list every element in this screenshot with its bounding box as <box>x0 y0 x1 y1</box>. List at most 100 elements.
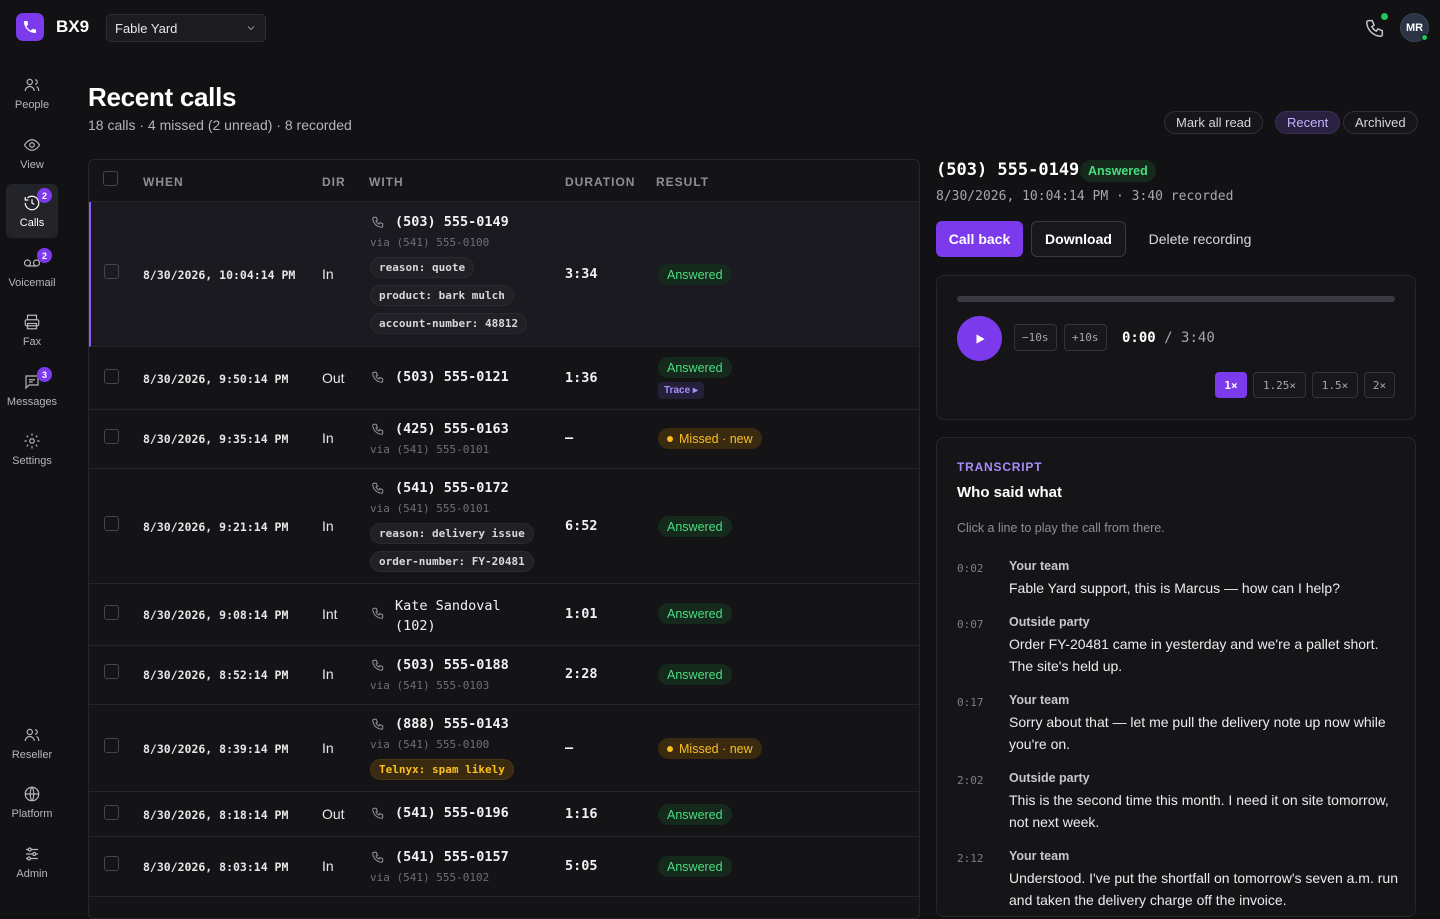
speed-1-5x[interactable]: 1.5× <box>1312 372 1358 398</box>
sidebar-item-settings[interactable]: Settings <box>6 422 58 476</box>
call-direction: Out <box>322 370 345 386</box>
sidebar-item-label: Messages <box>6 395 58 408</box>
row-checkbox[interactable] <box>104 664 119 679</box>
row-checkbox[interactable] <box>104 738 119 753</box>
caller-name: Kate Sandoval <box>395 598 501 614</box>
row-checkbox[interactable] <box>104 369 119 384</box>
sidebar-item-voicemail[interactable]: Voicemail 2 <box>6 244 58 298</box>
table-row[interactable]: 8/30/2026, 9:35:14 PM In (425) 555-0163 … <box>89 410 919 469</box>
tab-archived[interactable]: Archived <box>1343 111 1418 134</box>
tenant-select[interactable]: Fable Yard <box>106 14 266 42</box>
line-text: Order FY-20481 came in yesterday and we'… <box>1009 636 1379 674</box>
caller-number[interactable]: (503) 555-0149 <box>371 214 509 230</box>
caller-number-text: (503) 555-0188 <box>395 657 509 673</box>
sidebar-item-label: Settings <box>12 454 52 467</box>
sidebar-item-reseller[interactable]: Reseller <box>6 716 58 770</box>
play-button[interactable] <box>957 316 1002 361</box>
col-duration[interactable]: DURATION <box>565 175 635 189</box>
caller-extension[interactable]: Kate Sandoval (102) <box>371 596 501 636</box>
call-back-button[interactable]: Call back <box>936 221 1023 257</box>
call-duration: 1:16 <box>565 806 598 822</box>
sidebar-item-label: Admin <box>16 867 48 880</box>
col-dir[interactable]: DIR <box>322 175 346 189</box>
caller-number-text: (541) 555-0196 <box>395 805 509 821</box>
call-duration: 5:05 <box>565 858 598 874</box>
table-row[interactable]: 8/30/2026, 8:03:14 PM In (541) 555-0157 … <box>89 837 919 897</box>
line-timestamp: 0:02 <box>957 562 984 575</box>
call-direction: In <box>322 518 334 534</box>
row-checkbox[interactable] <box>104 429 119 444</box>
line-timestamp: 2:02 <box>957 774 984 787</box>
download-button[interactable]: Download <box>1031 221 1126 257</box>
logo[interactable] <box>16 13 44 41</box>
row-checkbox[interactable] <box>104 856 119 871</box>
table-row[interactable]: 8/30/2026, 8:39:14 PM In (888) 555-0143 … <box>89 705 919 792</box>
row-checkbox[interactable] <box>104 605 119 620</box>
call-tag: order-number: FY-20481 <box>370 551 534 572</box>
table-row[interactable]: 8/30/2026, 8:18:14 PM Out (541) 555-0196… <box>89 792 919 837</box>
via-number: via (541) 555-0101 <box>370 502 490 515</box>
caller-number[interactable]: (541) 555-0172 <box>371 480 509 496</box>
sidebar-item-admin[interactable]: Admin <box>6 835 58 889</box>
softphone-icon[interactable] <box>1364 17 1386 39</box>
select-all-checkbox[interactable] <box>103 171 118 186</box>
caller-number[interactable]: (425) 555-0163 <box>371 421 509 437</box>
detail-status-badge: Answered <box>1080 160 1156 182</box>
via-number: via (541) 555-0102 <box>370 871 490 884</box>
row-checkbox[interactable] <box>104 264 119 279</box>
speed-1-25x[interactable]: 1.25× <box>1253 372 1306 398</box>
row-checkbox[interactable] <box>104 805 119 820</box>
caller-number[interactable]: (541) 555-0157 <box>371 849 509 865</box>
mark-all-read-button[interactable]: Mark all read <box>1164 111 1264 134</box>
gear-icon <box>24 433 40 448</box>
calls-badge: 2 <box>37 188 52 203</box>
call-direction: Out <box>322 806 345 822</box>
col-when[interactable]: WHEN <box>143 175 184 189</box>
call-duration: 1:36 <box>565 370 598 386</box>
sidebar-item-view[interactable]: View <box>6 126 58 180</box>
table-row[interactable]: 8/30/2026, 8:52:14 PM In (503) 555-0188 … <box>89 646 919 705</box>
caller-number[interactable]: (541) 555-0196 <box>371 805 509 821</box>
brand-name: BX9 <box>56 17 90 36</box>
printer-icon <box>24 314 40 329</box>
sidebar-item-messages[interactable]: Messages 3 <box>6 363 58 417</box>
col-result[interactable]: RESULT <box>656 175 709 189</box>
result-badge: Answered <box>658 516 732 537</box>
sidebar-item-people[interactable]: People <box>6 66 58 120</box>
page-title: Recent calls <box>88 82 237 112</box>
transcript-eyebrow: TRANSCRIPT <box>957 460 1043 474</box>
sidebar-item-fax[interactable]: Fax <box>6 303 58 357</box>
call-time: 8/30/2026, 8:39:14 PM <box>143 742 289 756</box>
call-time: 8/30/2026, 9:50:14 PM <box>143 372 289 386</box>
table-row[interactable]: 8/30/2026, 9:50:14 PM Out (503) 555-0121… <box>89 347 919 410</box>
tab-recent[interactable]: Recent <box>1275 111 1341 134</box>
phone-logo-icon <box>24 21 36 33</box>
table-row[interactable]: 8/30/2026, 10:04:14 PM In (503) 555-0149… <box>89 202 919 347</box>
sidebar-item-platform[interactable]: Platform <box>6 775 58 829</box>
result-badge: Answered <box>658 664 732 685</box>
call-duration: – <box>565 430 574 446</box>
speed-1x[interactable]: 1× <box>1215 372 1247 398</box>
skip-back-button[interactable]: −10s <box>1014 324 1057 351</box>
caller-number[interactable]: (503) 555-0121 <box>371 369 509 385</box>
transcript-hint: Click a line to play the call from there… <box>957 521 1165 535</box>
call-time: 8/30/2026, 8:03:14 PM <box>143 860 289 874</box>
skip-forward-button[interactable]: +10s <box>1064 324 1107 351</box>
trace-link[interactable]: Trace ▸ <box>658 382 704 399</box>
spam-tag: Telnyx: spam likely <box>370 759 514 780</box>
result-badge: Answered <box>658 264 732 285</box>
row-checkbox[interactable] <box>104 516 119 531</box>
calls-table: WHEN DIR WITH DURATION RESULT 8/30/2026,… <box>88 159 920 919</box>
caller-number-text: (503) 555-0121 <box>395 369 509 385</box>
sidebar-item-calls[interactable]: Calls 2 <box>6 184 58 238</box>
caller-number[interactable]: (503) 555-0188 <box>371 657 509 673</box>
table-row[interactable]: 8/30/2026, 9:08:14 PM Int Kate Sandoval … <box>89 584 919 646</box>
speed-2x[interactable]: 2× <box>1364 372 1395 398</box>
caller-number[interactable]: (888) 555-0143 <box>371 716 509 732</box>
col-with[interactable]: WITH <box>369 175 404 189</box>
call-tag: account-number: 48812 <box>370 313 528 334</box>
progress-bar[interactable] <box>957 296 1395 302</box>
table-row[interactable]: 8/30/2026, 9:21:14 PM In (541) 555-0172 … <box>89 469 919 584</box>
delete-recording-button[interactable]: Delete recording <box>1136 221 1264 257</box>
via-number: via (541) 555-0101 <box>370 443 490 456</box>
